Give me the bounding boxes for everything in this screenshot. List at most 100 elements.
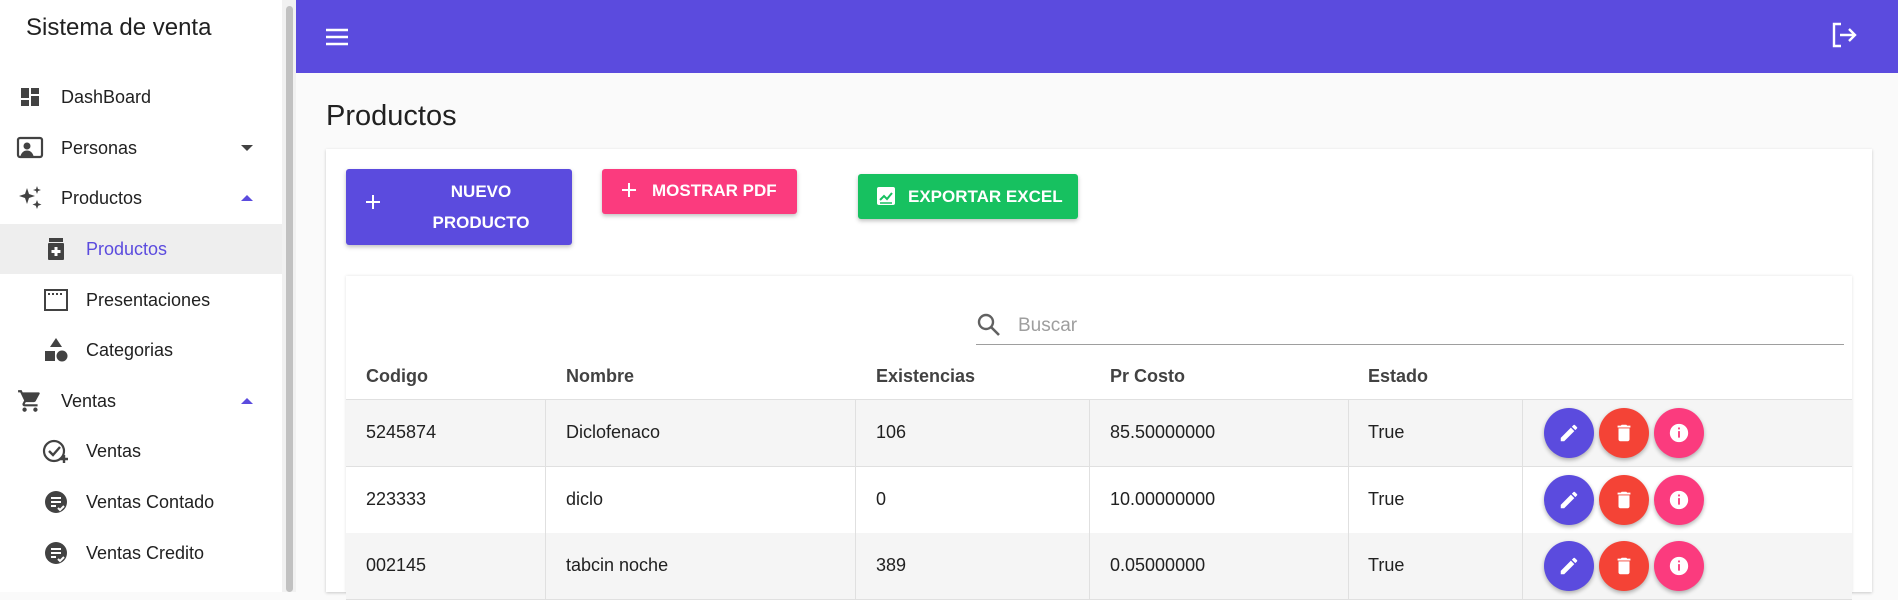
cell-existencias: 389 [876,555,907,575]
cell-nombre: tabcin noche [566,555,669,575]
info-icon [1669,556,1689,576]
sidebar-item-label: Ventas Contado [86,491,215,512]
nuevo-label-line1: NUEVO [450,182,512,201]
search-input[interactable] [1016,312,1820,340]
delete-button[interactable] [1599,408,1649,458]
cell-estado: True [1368,489,1405,509]
sidebar-item-label: Ventas [86,440,142,461]
info-button[interactable] [1654,541,1704,591]
info-icon [1669,490,1689,510]
pencil-icon [1560,491,1578,509]
info-button[interactable] [1654,408,1704,458]
nuevo-producto-button[interactable]: NUEVO PRODUCTO [346,169,572,245]
check-plus-icon [42,437,70,465]
sidebar-item-label: Personas [61,137,138,158]
chevron-down-icon [240,141,254,155]
column-divider [1089,400,1090,466]
pencil-icon [1560,557,1578,575]
delete-button[interactable] [1599,541,1649,591]
column-divider [1522,400,1523,466]
person-card-icon [16,134,44,162]
mostrar-pdf-button[interactable]: MOSTRAR PDF [602,169,797,214]
sidebar-item-label: Ventas [61,390,117,411]
edit-button[interactable] [1544,541,1594,591]
top-app-bar [296,0,1898,73]
app-title: Sistema de venta [26,14,212,41]
column-divider [545,533,546,599]
sidebar-item-label: Categorias [86,339,174,360]
column-divider [1522,533,1523,599]
sidebar-item-dashboard[interactable]: DashBoard [0,72,282,122]
column-divider [1348,400,1349,466]
cell-estado: True [1368,422,1405,442]
cart-icon [16,387,44,415]
pencil-icon [1560,424,1578,442]
chevron-up-icon [240,191,254,205]
column-divider [1348,533,1349,599]
edit-button[interactable] [1544,408,1594,458]
sidebar-item-label: Productos [86,238,168,259]
column-header-pr-costo[interactable]: Pr Costo [1110,366,1185,387]
sidebar-item-label: DashBoard [61,86,152,107]
plus-icon [620,181,638,204]
column-header-existencias[interactable]: Existencias [876,366,975,387]
column-divider [855,400,856,466]
table-row: 002145 tabcin noche 389 0.05000000 True [346,533,1852,600]
cell-existencias: 0 [876,489,887,509]
receipt-icon [42,539,70,567]
menu-icon[interactable] [322,22,352,52]
sidebar-item-ventas-credito[interactable]: Ventas Credito [0,528,282,578]
search-field[interactable] [976,306,1844,345]
table-row: 223333 diclo 0 10.00000000 True [346,467,1852,534]
cell-estado: True [1368,555,1405,575]
logout-icon[interactable] [1826,18,1860,52]
sidebar: Sistema de venta DashBoard Personas Prod… [0,0,282,592]
cell-pr-costo: 10.00000000 [1110,489,1216,509]
search-icon [976,312,1002,343]
info-button[interactable] [1654,475,1704,525]
cell-pr-costo: 85.50000000 [1110,422,1216,442]
sidebar-item-label: Productos [61,187,143,208]
exportar-excel-label: EXPORTAR EXCEL [908,187,1063,206]
receipt-icon [42,488,70,516]
sidebar-item-presentaciones[interactable]: Presentaciones [0,275,282,325]
medicine-box-icon [42,235,70,263]
nuevo-label-line2: PRODUCTO [432,213,530,232]
shapes-icon [42,336,70,364]
sidebar-item-ventas-contado[interactable]: Ventas Contado [0,477,282,527]
column-header-estado[interactable]: Estado [1368,366,1428,387]
nuevo-producto-label: NUEVO PRODUCTO [406,176,556,238]
chevron-up-icon [240,394,254,408]
sidebar-item-ventas-group[interactable]: Ventas [0,376,282,426]
sparkle-icon [16,184,44,212]
column-divider [545,467,546,533]
column-divider [855,467,856,533]
sidebar-item-label: Presentaciones [86,289,211,310]
column-header-codigo[interactable]: Codigo [366,366,428,387]
sidebar-item-productos-group[interactable]: Productos [0,173,282,223]
trash-icon [1617,424,1631,442]
column-divider [1089,467,1090,533]
sidebar-item-personas[interactable]: Personas [0,123,282,173]
frame-icon [42,286,70,314]
cell-codigo: 002145 [366,555,427,575]
cell-pr-costo: 0.05000000 [1110,555,1206,575]
sidebar-item-ventas[interactable]: Ventas [0,426,282,476]
column-divider [545,400,546,466]
column-divider [1348,467,1349,533]
sidebar-item-categorias[interactable]: Categorias [0,325,282,375]
delete-button[interactable] [1599,475,1649,525]
column-divider [1089,533,1090,599]
trash-icon [1617,491,1631,509]
sidebar-scrollbar-thumb[interactable] [286,6,293,592]
column-header-nombre[interactable]: Nombre [566,366,634,387]
cell-codigo: 223333 [366,489,427,509]
sidebar-item-productos[interactable]: Productos [0,224,282,274]
exportar-excel-button[interactable]: EXPORTAR EXCEL [858,174,1078,219]
cell-nombre: Diclofenaco [566,422,661,442]
trash-icon [1617,557,1631,575]
edit-button[interactable] [1544,475,1594,525]
info-icon [1669,423,1689,443]
page-title: Productos [326,100,457,132]
plus-icon [364,193,382,216]
